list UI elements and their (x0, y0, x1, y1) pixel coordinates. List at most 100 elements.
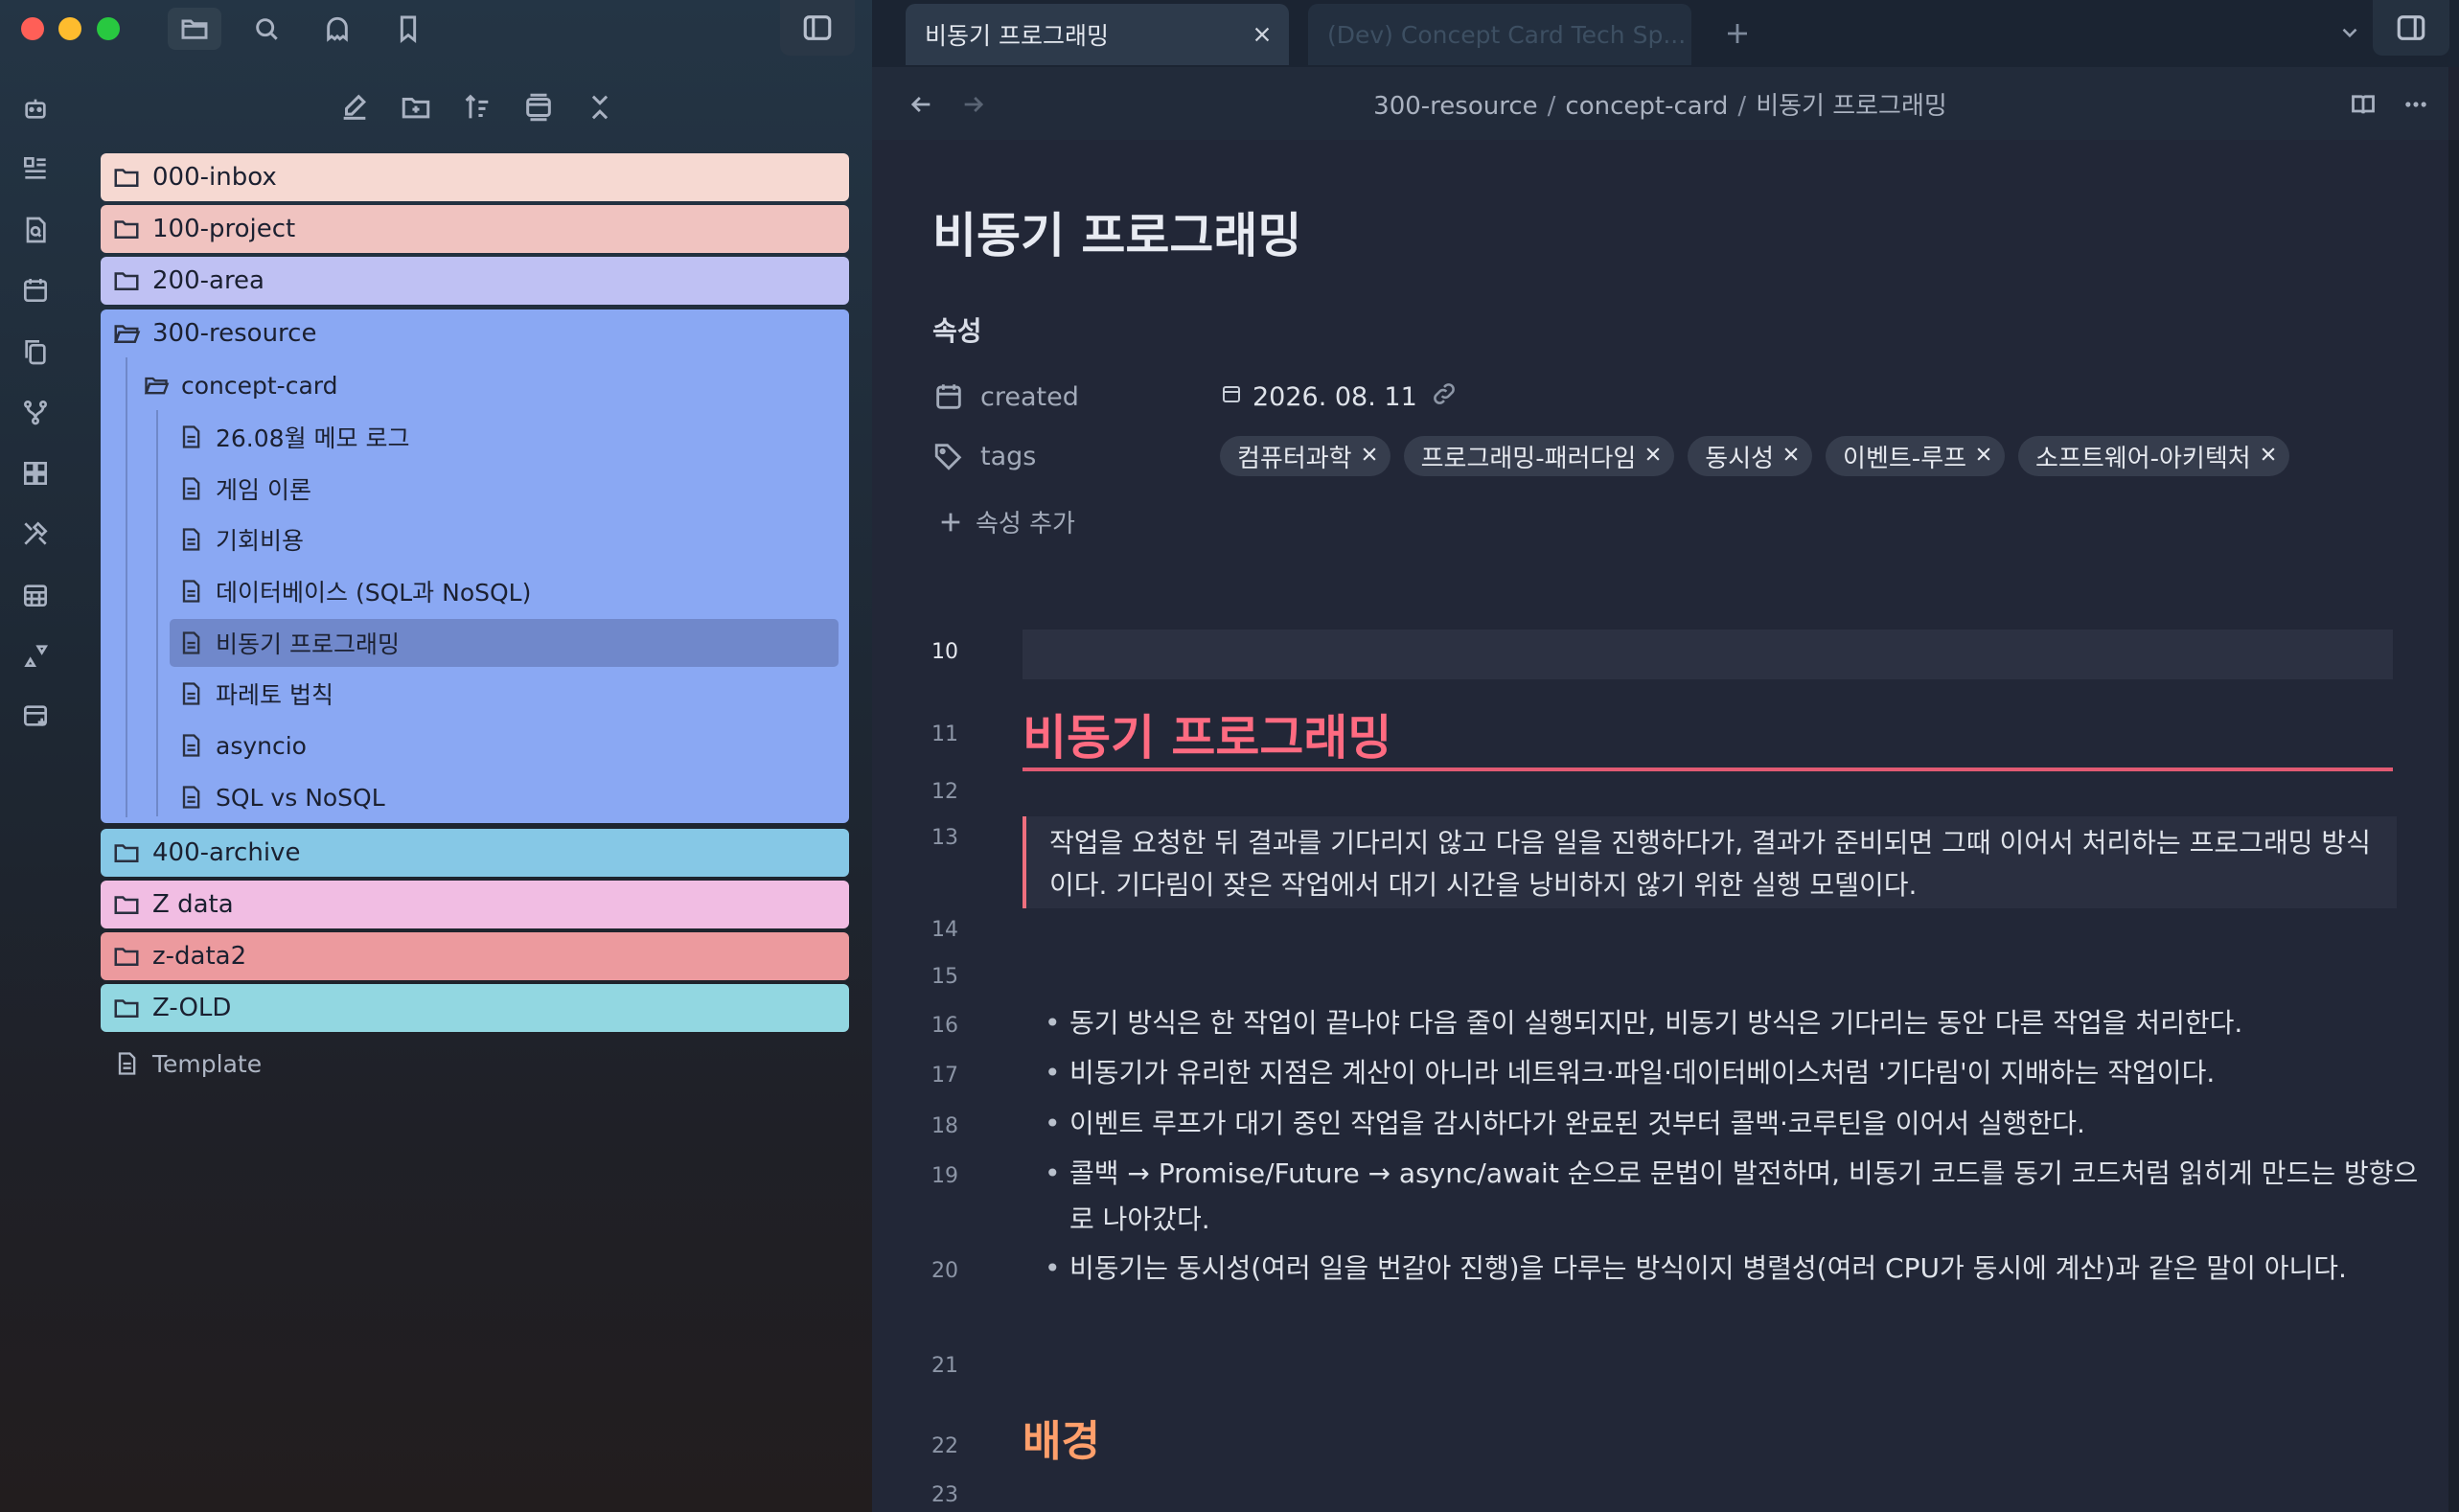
copy-icon (25, 340, 46, 365)
property-value-date[interactable]: 2026. 08. 11 (1220, 380, 1458, 414)
robot-icon (25, 99, 46, 119)
active-line-highlight[interactable] (1023, 630, 2393, 679)
new-tab-button[interactable] (1715, 11, 1759, 56)
file-item[interactable]: 26.08월 메모 로그 (175, 413, 837, 461)
tag-pill[interactable]: 컴퓨터과학 (1220, 436, 1390, 476)
blocks-icon (24, 462, 47, 485)
file-item[interactable]: 게임 이론 (175, 465, 837, 513)
link-icon[interactable] (1417, 380, 1458, 414)
file-item[interactable]: 기회비용 (175, 515, 837, 563)
ribbon-dashboard-button[interactable] (19, 152, 52, 185)
folder-z-data[interactable]: Z data (101, 881, 849, 928)
folder-icon (110, 836, 143, 869)
remove-tag-icon[interactable] (1636, 442, 1663, 470)
reading-view-button[interactable] (2343, 84, 2383, 125)
folder-200-area[interactable]: 200-area (101, 257, 849, 305)
property-key[interactable]: created (932, 380, 1220, 413)
folder-000-inbox[interactable]: 000-inbox (101, 153, 849, 201)
left-sidebar: 000-inbox 100-project 200-area 300-resou… (0, 0, 872, 1512)
ribbon-graph-button[interactable] (19, 396, 52, 428)
more-options-button[interactable] (2396, 84, 2436, 125)
collapse-all-button[interactable] (579, 86, 621, 128)
ribbon-tools-button[interactable] (19, 517, 52, 550)
tab-label: 비동기 프로그래밍 (925, 22, 1109, 50)
tag-pill[interactable]: 이벤트-루프 (1826, 436, 2006, 476)
line-number: 13 (931, 826, 958, 850)
toggle-left-sidebar-button[interactable] (780, 0, 855, 56)
breadcrumb-item[interactable]: 300-resource (1373, 92, 1537, 121)
sidebar-icon (2397, 15, 2425, 40)
list-item[interactable]: 이벤트 루프가 대기 중인 작업을 감시하다가 완료된 것부터 콜백·코루틴을 … (1045, 1101, 2421, 1147)
tag-pill[interactable]: 소프트웨어-아키텍처 (2018, 436, 2289, 476)
remove-tag-icon[interactable] (2251, 442, 2278, 470)
ribbon-calendar-button[interactable] (19, 274, 52, 307)
ribbon-file-search-button[interactable] (19, 214, 52, 246)
sort-button[interactable] (456, 86, 498, 128)
editor-pane[interactable]: 비동기 프로그래밍 속성 created 2026. 08. 11 tags 컴… (872, 140, 2448, 1512)
search-tab[interactable] (240, 8, 293, 50)
tab-label: (Dev) Concept Card Tech Sp... (1327, 20, 1687, 49)
folder-z-data2[interactable]: z-data2 (101, 932, 849, 980)
zoom-window-button[interactable] (97, 17, 120, 40)
add-property-button[interactable]: 속성 추가 (937, 504, 1075, 539)
folder-z-old[interactable]: Z-OLD (101, 984, 849, 1032)
file-item[interactable]: SQL vs NoSQL (175, 773, 837, 821)
property-key[interactable]: tags (932, 440, 1220, 472)
git-fork-icon (24, 401, 47, 425)
tag-pill[interactable]: 동시성 (1688, 436, 1813, 476)
tab-async-programming[interactable]: 비동기 프로그래밍 (906, 4, 1289, 65)
remove-tag-icon[interactable] (1352, 442, 1379, 470)
ribbon-calendar-grid-button[interactable] (19, 579, 52, 611)
tab-concept-card-tech-spec[interactable]: (Dev) Concept Card Tech Sp... (1308, 4, 1691, 65)
tab-close-button[interactable] (1243, 15, 1281, 54)
note-title[interactable]: 비동기 프로그래밍 (932, 197, 1301, 266)
auto-reveal-button[interactable] (517, 86, 560, 128)
summary-text: 작업을 요청한 뒤 결과를 기다리지 않고 다음 일을 진행하다가, 결과가 준… (1049, 827, 2371, 901)
list-item[interactable]: 동기 방식은 한 작업이 끝나야 다음 줄이 실행되지만, 비동기 방식은 기다… (1045, 1000, 2421, 1046)
minimize-window-button[interactable] (58, 17, 81, 40)
plus-icon (941, 513, 960, 531)
heading-2[interactable]: 배경 (1023, 1407, 1100, 1468)
line-number: 18 (931, 1114, 958, 1138)
list-item[interactable]: 비동기는 동시성(여러 일을 번갈아 진행)을 다루는 방식이지 병렬성(여러 … (1045, 1246, 2421, 1292)
file-explorer-tab[interactable] (168, 8, 221, 50)
remove-tag-icon[interactable] (1774, 442, 1801, 470)
file-template[interactable]: Template (101, 1040, 262, 1088)
breadcrumb: 300-resource / concept-card / 비동기 프로그래밍 (872, 86, 2448, 122)
folder-300-resource[interactable]: 300-resource (101, 309, 849, 357)
toggle-right-sidebar-button[interactable] (2373, 0, 2449, 56)
tag-pill[interactable]: 프로그래밍-패러다임 (1403, 436, 1675, 476)
tags-tab[interactable] (310, 8, 364, 50)
ribbon-new-card-button[interactable] (19, 699, 52, 732)
list-item[interactable]: 콜백 → Promise/Future → async/await 순으로 문법… (1045, 1151, 2421, 1243)
folder-concept-card[interactable]: concept-card (141, 361, 840, 409)
editor-scrollbar[interactable] (2448, 140, 2459, 1512)
summary-callout[interactable]: 작업을 요청한 뒤 결과를 기다리지 않고 다음 일을 진행하다가, 결과가 준… (1023, 816, 2397, 908)
ribbon-blocks-button[interactable] (19, 457, 52, 490)
folder-400-archive[interactable]: 400-archive (101, 829, 849, 877)
folder-label: 000-inbox (152, 163, 277, 192)
ribbon-shapes-button[interactable] (19, 639, 52, 672)
heading-1[interactable]: 비동기 프로그래밍 (1023, 699, 1391, 768)
breadcrumb-item-current[interactable]: 비동기 프로그래밍 (1756, 92, 1947, 121)
new-note-button[interactable] (333, 86, 376, 128)
tab-list-button[interactable] (2331, 13, 2369, 52)
calendar-icon (936, 384, 961, 409)
file-item-selected[interactable]: 비동기 프로그래밍 (170, 619, 839, 667)
file-item[interactable]: 데이터베이스 (SQL과 NoSQL) (175, 567, 837, 615)
folder-100-project[interactable]: 100-project (101, 205, 849, 253)
file-icon (175, 628, 206, 658)
ribbon-bot-button[interactable] (19, 92, 52, 125)
close-window-button[interactable] (21, 17, 44, 40)
file-label: 데이터베이스 (SQL과 NoSQL) (216, 579, 532, 607)
tag-label: 이벤트-루프 (1843, 444, 1967, 473)
card-add-icon (24, 705, 47, 726)
ribbon-copy-button[interactable] (19, 335, 52, 368)
list-item[interactable]: 비동기가 유리한 지점은 계산이 아니라 네트워크·파일·데이터베이스처럼 '기… (1045, 1050, 2421, 1096)
new-folder-button[interactable] (395, 86, 437, 128)
file-item[interactable]: 파레토 법칙 (175, 670, 837, 718)
breadcrumb-item[interactable]: concept-card (1565, 92, 1728, 121)
remove-tag-icon[interactable] (1966, 442, 1993, 470)
file-item[interactable]: asyncio (175, 722, 837, 769)
bookmarks-tab[interactable] (381, 8, 435, 50)
